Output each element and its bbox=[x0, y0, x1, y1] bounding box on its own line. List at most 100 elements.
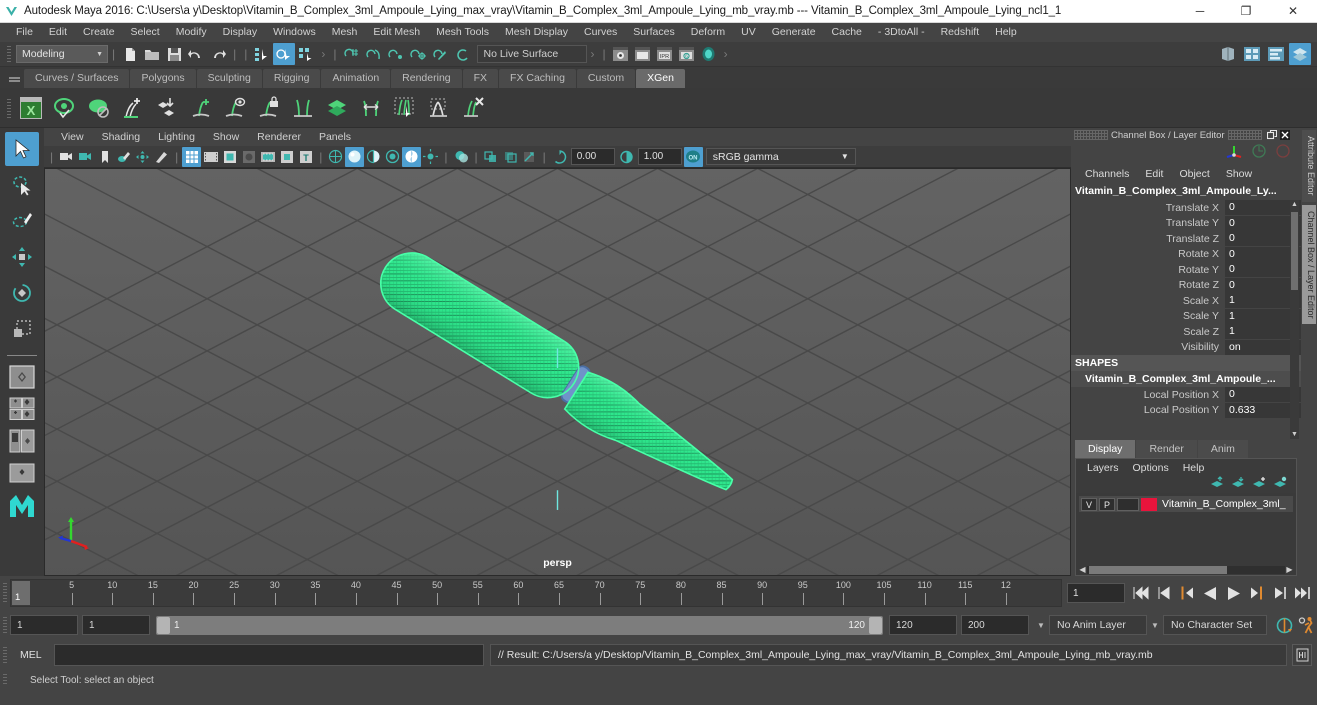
menu-surfaces[interactable]: Surfaces bbox=[625, 23, 682, 42]
shelf-grip[interactable] bbox=[4, 67, 24, 88]
show-hide-attribute-editor-icon[interactable] bbox=[1217, 43, 1239, 65]
panel-drag-dots[interactable] bbox=[1074, 130, 1108, 140]
menu-create[interactable]: Create bbox=[75, 23, 123, 42]
channel-row[interactable]: Scale X1 bbox=[1071, 293, 1301, 309]
ampoule-3d-model[interactable] bbox=[45, 169, 1070, 575]
shelf-tab-custom[interactable]: Custom bbox=[576, 69, 636, 88]
channel-row[interactable]: Translate X0 bbox=[1071, 200, 1301, 216]
layer-color-swatch[interactable] bbox=[1141, 497, 1157, 511]
layer-editor-hscrollbar[interactable]: ◀ ▶ bbox=[1076, 564, 1296, 575]
new-scene-icon[interactable] bbox=[119, 43, 141, 65]
channel-box-menu-edit[interactable]: Edit bbox=[1137, 168, 1171, 180]
anim-end-field[interactable]: 200 bbox=[961, 615, 1029, 635]
panel-drag-dots[interactable] bbox=[1227, 130, 1262, 140]
render-sequence-icon[interactable]: IPR bbox=[654, 43, 676, 65]
gamma-icon[interactable] bbox=[617, 147, 636, 167]
layer-editor-tab-display[interactable]: Display bbox=[1075, 440, 1136, 458]
shelf-tab-rigging[interactable]: Rigging bbox=[262, 69, 321, 88]
menu-deform[interactable]: Deform bbox=[683, 23, 733, 42]
xgen-clump-icon[interactable] bbox=[422, 91, 456, 125]
persp-outliner-layout-icon[interactable] bbox=[6, 426, 38, 456]
shade-wireframe-icon[interactable] bbox=[364, 147, 383, 167]
smooth-shade-all-icon[interactable] bbox=[345, 146, 365, 167]
menu-mesh[interactable]: Mesh bbox=[324, 23, 366, 42]
layer-visibility-toggle[interactable]: V bbox=[1081, 497, 1097, 511]
scale-tool-icon[interactable] bbox=[5, 312, 39, 346]
persp-graph-layout-icon[interactable] bbox=[6, 458, 38, 488]
range-slider-grip[interactable] bbox=[0, 612, 10, 638]
viewport-menu-shading[interactable]: Shading bbox=[93, 131, 150, 143]
range-bar[interactable]: 1 120 bbox=[156, 615, 883, 635]
select-by-object-icon[interactable] bbox=[273, 43, 296, 65]
menu-edit-mesh[interactable]: Edit Mesh bbox=[365, 23, 428, 42]
xgen-preview-icon[interactable] bbox=[48, 91, 82, 125]
channel-box-scrollbar[interactable]: ▲ ▼ bbox=[1290, 200, 1299, 439]
shelf-tab-animation[interactable]: Animation bbox=[321, 69, 391, 88]
show-hide-layer-editor-icon[interactable] bbox=[1289, 43, 1311, 65]
go-to-start-icon[interactable] bbox=[1130, 582, 1152, 604]
image-plane-icon[interactable] bbox=[114, 147, 133, 167]
layer-type-toggle[interactable] bbox=[1117, 497, 1139, 511]
viewport-menu-show[interactable]: Show bbox=[204, 131, 248, 143]
menu-mesh-display[interactable]: Mesh Display bbox=[497, 23, 576, 42]
menu-3dtoall[interactable]: - 3DtoAll - bbox=[870, 23, 933, 42]
snap-to-curve-icon[interactable] bbox=[363, 43, 385, 65]
channel-row[interactable]: Scale Z1 bbox=[1071, 324, 1301, 340]
time-slider-track[interactable]: 1 5 10 15 20 25 30 35 40 45 50 55 60 65 70 75 80 85 90 95 1… bbox=[10, 579, 1062, 607]
scroll-up-icon[interactable]: ▲ bbox=[1290, 200, 1299, 209]
select-by-component-icon[interactable] bbox=[295, 43, 317, 65]
vertical-tab-channel-box-layer-editor[interactable]: Channel Box / Layer Editor bbox=[1302, 204, 1316, 325]
channel-box-menu-object[interactable]: Object bbox=[1171, 168, 1217, 180]
use-all-lights-icon[interactable] bbox=[421, 147, 440, 167]
two-d-pan-zoom-icon[interactable] bbox=[133, 147, 152, 167]
close-icon[interactable] bbox=[1279, 129, 1291, 141]
scrollbar-thumb[interactable] bbox=[1291, 212, 1298, 290]
gamma-field[interactable]: 1.00 bbox=[637, 148, 682, 165]
xgen-select-guides-icon[interactable] bbox=[388, 91, 422, 125]
anim-layer-chevron-icon[interactable]: ▼ bbox=[1033, 621, 1049, 630]
xgen-width-icon[interactable] bbox=[354, 91, 388, 125]
rotate-gizmo-icon[interactable] bbox=[1251, 143, 1267, 164]
isolate-select-icon[interactable] bbox=[482, 147, 501, 167]
xgen-editor-icon[interactable]: X bbox=[14, 91, 48, 125]
xgen-place-icon[interactable] bbox=[150, 91, 184, 125]
scale-gizmo-icon[interactable] bbox=[1275, 143, 1291, 164]
new-layer-icon[interactable] bbox=[1252, 476, 1267, 494]
render-current-frame-icon[interactable] bbox=[610, 43, 632, 65]
character-set-selector[interactable]: No Character Set bbox=[1163, 615, 1267, 635]
menu-modify[interactable]: Modify bbox=[168, 23, 215, 42]
anim-layer-selector[interactable]: No Anim Layer bbox=[1049, 615, 1147, 635]
channel-box-menu-channels[interactable]: Channels bbox=[1077, 168, 1137, 180]
shadow-toggle-icon[interactable] bbox=[452, 147, 471, 167]
step-back-keyframe-icon[interactable] bbox=[1153, 582, 1175, 604]
step-forward-keyframe-icon[interactable] bbox=[1268, 582, 1290, 604]
menu-set-selector[interactable]: Modeling ▼ bbox=[16, 45, 108, 63]
menu-windows[interactable]: Windows bbox=[265, 23, 324, 42]
grease-pencil-icon[interactable] bbox=[152, 147, 171, 167]
menu-help[interactable]: Help bbox=[987, 23, 1025, 42]
gate-mask-icon[interactable] bbox=[239, 147, 258, 167]
channel-row[interactable]: Scale Y1 bbox=[1071, 308, 1301, 325]
layer-menu-layers[interactable]: Layers bbox=[1080, 462, 1126, 474]
menu-uv[interactable]: UV bbox=[733, 23, 764, 42]
xgen-lock-icon[interactable] bbox=[252, 91, 286, 125]
wireframe-icon[interactable] bbox=[326, 147, 345, 167]
mel-command-input[interactable] bbox=[54, 644, 484, 666]
viewport-menu-panels[interactable]: Panels bbox=[310, 131, 360, 143]
color-management-toggle-icon[interactable]: ON bbox=[683, 146, 703, 167]
range-start-handle[interactable] bbox=[157, 616, 170, 634]
select-camera-icon[interactable] bbox=[57, 147, 76, 167]
layer-name[interactable]: Vitamin_B_Complex_3ml_ bbox=[1159, 498, 1286, 510]
live-surface-field[interactable]: No Live Surface bbox=[476, 45, 587, 63]
channel-row[interactable]: Rotate X0 bbox=[1071, 246, 1301, 263]
shape-node-name[interactable]: Vitamin_B_Complex_3ml_Ampoule_... bbox=[1071, 371, 1301, 387]
channel-row[interactable]: Local Position X0 bbox=[1071, 387, 1301, 403]
show-hide-tool-settings-icon[interactable] bbox=[1241, 43, 1263, 65]
resolution-gate-icon[interactable] bbox=[220, 147, 239, 167]
shelf-tab-fx[interactable]: FX bbox=[462, 69, 499, 88]
select-tool-icon[interactable] bbox=[5, 132, 39, 166]
bookmark-icon[interactable] bbox=[95, 147, 114, 167]
exposure-icon[interactable] bbox=[550, 147, 569, 167]
help-line-grip[interactable] bbox=[0, 671, 10, 689]
shelf-tab-xgen[interactable]: XGen bbox=[636, 69, 685, 88]
